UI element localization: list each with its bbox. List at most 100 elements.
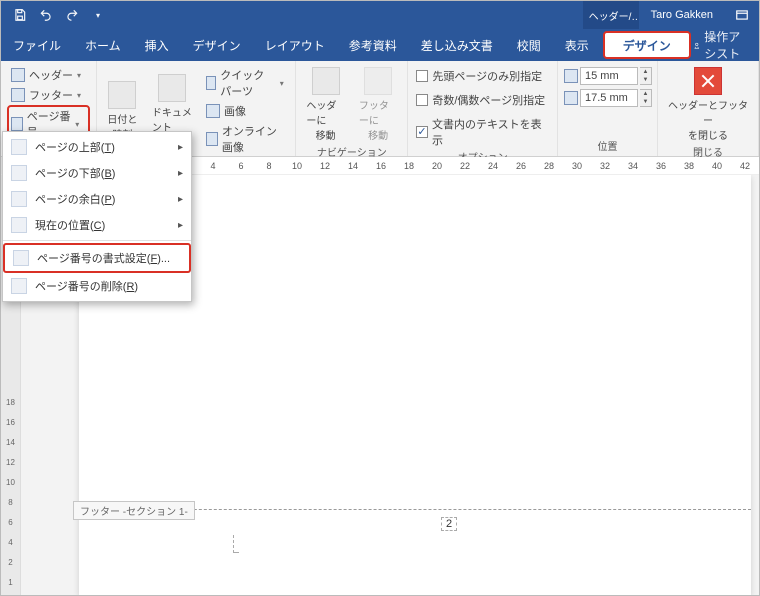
diff-odd-even-checkbox[interactable]: 奇数/偶数ページ別指定 bbox=[414, 91, 547, 109]
ruler-mark: 30 bbox=[563, 161, 591, 171]
footer-page-number[interactable]: 2 bbox=[441, 517, 457, 531]
ruler-mark: 10 bbox=[283, 161, 311, 171]
diff-first-page-checkbox[interactable]: 先頭ページのみ別指定 bbox=[414, 67, 544, 85]
menu-top-pre: ページの上部( bbox=[35, 142, 104, 154]
footer-distance-icon bbox=[564, 91, 578, 105]
tab-review[interactable]: 校閲 bbox=[505, 29, 553, 61]
ruler-mark: 14 bbox=[339, 161, 367, 171]
chevron-down-icon: ▾ bbox=[77, 91, 85, 100]
vruler-tick: 1 bbox=[8, 573, 12, 591]
menu-current-u: C bbox=[94, 220, 102, 232]
menu-icon bbox=[11, 191, 27, 207]
date-time-label1: 日付と bbox=[107, 111, 137, 126]
menu-remove-post: ) bbox=[134, 281, 138, 293]
page-number-menu: ページの上部(T) ▸ ページの下部(B) ▸ ページの余白(P) ▸ 現在の位… bbox=[2, 131, 192, 302]
redo-icon[interactable] bbox=[63, 6, 81, 24]
header-button[interactable]: ヘッダー ▾ bbox=[7, 65, 89, 85]
pictures-button[interactable]: 画像 bbox=[202, 101, 289, 121]
menu-current-pre: 現在の位置( bbox=[35, 220, 94, 232]
page-number-icon bbox=[11, 117, 23, 131]
chevron-right-icon: ▸ bbox=[178, 142, 183, 153]
checkbox-icon bbox=[416, 94, 428, 106]
footer-distance-value[interactable]: 17.5 mm bbox=[580, 89, 638, 107]
header-top-position[interactable]: 15 mm ▲▼ bbox=[564, 67, 652, 85]
show-doc-text-checkbox[interactable]: 文書内のテキストを表示 bbox=[414, 115, 551, 149]
spinner-icon[interactable]: ▲▼ bbox=[640, 89, 652, 107]
picture-label: 画像 bbox=[224, 103, 246, 119]
footer-button[interactable]: フッター ▾ bbox=[7, 85, 89, 105]
ruler-mark: 20 bbox=[423, 161, 451, 171]
account-name[interactable]: Taro Gakken bbox=[639, 1, 725, 29]
goto-header-button[interactable]: ヘッダーに 移動 bbox=[302, 65, 349, 144]
menu-bottom-pre: ページの下部( bbox=[35, 168, 104, 180]
ruler-mark: 36 bbox=[647, 161, 675, 171]
goto-footer-button[interactable]: フッターに 移動 bbox=[355, 65, 402, 144]
menu-icon bbox=[11, 217, 27, 233]
checkbox-icon bbox=[416, 126, 428, 138]
header-distance-value[interactable]: 15 mm bbox=[580, 67, 638, 85]
menu-current-position[interactable]: 現在の位置(C) ▸ bbox=[3, 212, 191, 238]
ribbon-display-options-icon[interactable] bbox=[725, 1, 759, 29]
chevron-down-icon: ▾ bbox=[75, 120, 82, 129]
menu-bottom-u: B bbox=[104, 168, 111, 180]
menu-page-bottom[interactable]: ページの下部(B) ▸ bbox=[3, 160, 191, 186]
menu-icon bbox=[13, 250, 29, 266]
online-pictures-button[interactable]: オンライン画像 bbox=[202, 121, 289, 157]
goto-header-l1: ヘッダーに bbox=[306, 97, 345, 127]
ruler-mark: 38 bbox=[675, 161, 703, 171]
vruler-tick: 2 bbox=[8, 553, 12, 571]
goto-footer-l1: フッターに bbox=[359, 97, 398, 127]
menu-page-margin[interactable]: ページの余白(P) ▸ bbox=[3, 186, 191, 212]
menu-icon bbox=[11, 165, 27, 181]
undo-icon[interactable] bbox=[37, 6, 55, 24]
footer-section-tab: フッター -セクション 1- bbox=[73, 501, 195, 520]
close-hf-l2: を閉じる bbox=[688, 127, 728, 142]
tab-hf-design[interactable]: デザイン bbox=[603, 31, 691, 59]
menu-format-post: )... bbox=[157, 253, 170, 265]
chevron-right-icon: ▸ bbox=[178, 194, 183, 205]
tab-insert[interactable]: 挿入 bbox=[133, 29, 181, 61]
menu-margin-post: ) bbox=[112, 194, 116, 206]
checkbox-icon bbox=[416, 70, 428, 82]
tab-view[interactable]: 表示 bbox=[553, 29, 601, 61]
vruler-tick: 10 bbox=[6, 473, 15, 491]
ruler-mark: 24 bbox=[479, 161, 507, 171]
spinner-icon[interactable]: ▲▼ bbox=[640, 67, 652, 85]
ruler-mark: 16 bbox=[367, 161, 395, 171]
tab-design[interactable]: デザイン bbox=[181, 29, 253, 61]
date-time-icon bbox=[108, 81, 136, 109]
ruler-mark: 28 bbox=[535, 161, 563, 171]
menu-format-page-numbers[interactable]: ページ番号の書式設定(F)... bbox=[3, 243, 191, 273]
diff-first-label: 先頭ページのみ別指定 bbox=[432, 68, 542, 84]
close-hf-l1: ヘッダーとフッター bbox=[668, 97, 748, 127]
close-hf-button[interactable]: ヘッダーとフッター を閉じる bbox=[664, 65, 752, 144]
chevron-right-icon: ▸ bbox=[178, 220, 183, 231]
tab-mailings[interactable]: 差し込み文書 bbox=[409, 29, 505, 61]
ruler-mark: 4 bbox=[199, 161, 227, 171]
menu-page-top[interactable]: ページの上部(T) ▸ bbox=[3, 134, 191, 160]
save-icon[interactable] bbox=[11, 6, 29, 24]
contextual-tab-label[interactable]: ヘッダー/… bbox=[583, 1, 639, 29]
menu-icon bbox=[11, 139, 27, 155]
quick-parts-button[interactable]: クイック パーツ ▾ bbox=[202, 65, 289, 101]
tab-references[interactable]: 参考資料 bbox=[337, 29, 409, 61]
menu-current-post: ) bbox=[102, 220, 106, 232]
qat-dropdown-icon[interactable]: ▾ bbox=[89, 6, 107, 24]
group-navigation: ヘッダーに 移動 フッターに 移動 ナビゲーション bbox=[296, 61, 408, 156]
ruler-mark: 22 bbox=[451, 161, 479, 171]
tell-me[interactable]: 操作アシスト bbox=[693, 29, 759, 61]
menu-remove-page-numbers[interactable]: ページ番号の削除(R) bbox=[3, 273, 191, 299]
ruler-mark: 32 bbox=[591, 161, 619, 171]
tab-home[interactable]: ホーム bbox=[73, 29, 133, 61]
goto-header-icon bbox=[312, 67, 340, 95]
quick-parts-icon bbox=[206, 76, 216, 90]
group-close: ヘッダーとフッター を閉じる 閉じる bbox=[658, 61, 759, 156]
ruler-mark: 8 bbox=[255, 161, 283, 171]
vruler-tick: 14 bbox=[6, 433, 15, 451]
close-icon bbox=[694, 67, 722, 95]
title-bar: ▾ ヘッダー/… Taro Gakken bbox=[1, 1, 759, 29]
footer-region[interactable]: フッター -セクション 1- 2 bbox=[79, 509, 751, 553]
tab-layout[interactable]: レイアウト bbox=[253, 29, 337, 61]
footer-bottom-position[interactable]: 17.5 mm ▲▼ bbox=[564, 89, 652, 107]
tab-file[interactable]: ファイル bbox=[1, 29, 73, 61]
